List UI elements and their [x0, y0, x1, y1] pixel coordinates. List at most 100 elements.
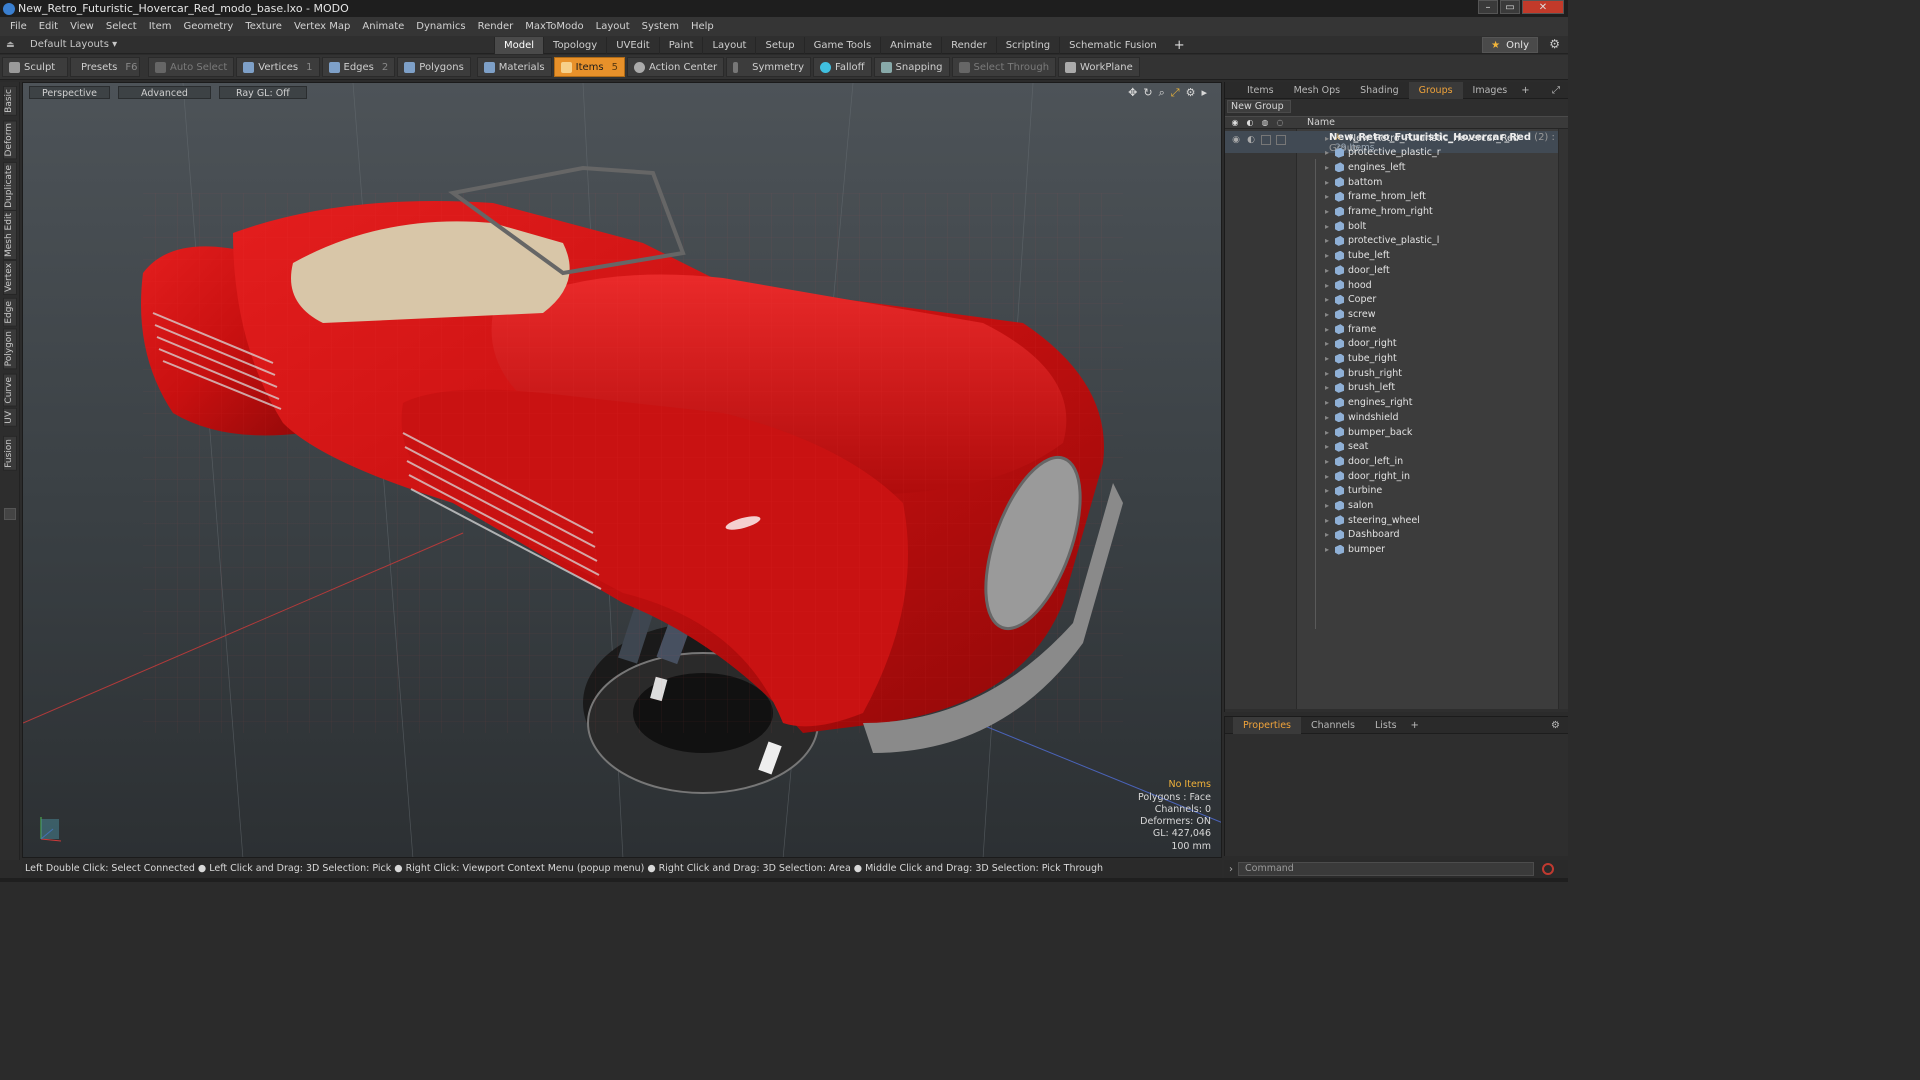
- zoom-icon[interactable]: ⌕: [1159, 86, 1165, 100]
- tree-item[interactable]: ▸ brush_left: [1325, 381, 1395, 395]
- tree-item[interactable]: ▸ bumper_back: [1325, 425, 1412, 439]
- tab-layout[interactable]: Layout: [702, 36, 755, 54]
- tab-topology[interactable]: Topology: [543, 36, 606, 54]
- lock-icon[interactable]: ◍: [1259, 118, 1271, 128]
- tab-setup[interactable]: Setup: [755, 36, 803, 54]
- polygons-button[interactable]: Polygons: [397, 57, 471, 77]
- snapping-button[interactable]: Snapping: [873, 57, 950, 77]
- tab-paint[interactable]: Paint: [658, 36, 703, 54]
- group-render-icon[interactable]: ◐: [1246, 135, 1256, 145]
- menu-geometry[interactable]: Geometry: [177, 21, 239, 32]
- raygl-toggle[interactable]: Ray GL: Off: [218, 86, 307, 99]
- expand-arrow-icon[interactable]: ▸: [1325, 134, 1331, 143]
- expand-arrow-icon[interactable]: ▸: [1325, 530, 1331, 539]
- expand-arrow-icon[interactable]: ▸: [1325, 457, 1331, 466]
- group-eye-icon[interactable]: ◉: [1231, 135, 1241, 145]
- tree-item[interactable]: ▸ bumper: [1325, 543, 1385, 557]
- presets-button[interactable]: Presets F6: [70, 57, 140, 77]
- menu-layout[interactable]: Layout: [590, 21, 636, 32]
- viewport-menu-arrow-icon[interactable]: ▸: [1201, 86, 1207, 100]
- tree-item[interactable]: ▸ Coper: [1325, 293, 1376, 307]
- expand-arrow-icon[interactable]: ▸: [1325, 325, 1331, 334]
- rotate-icon[interactable]: ↻: [1143, 86, 1152, 100]
- render-icon[interactable]: ◐: [1244, 118, 1256, 128]
- expand-arrow-icon[interactable]: ▸: [1325, 163, 1331, 172]
- maximize-button[interactable]: ▭: [1500, 0, 1520, 14]
- expand-arrow-icon[interactable]: ▸: [1325, 428, 1331, 437]
- select-icon[interactable]: ◌: [1274, 118, 1286, 128]
- tab-shading[interactable]: Shading: [1350, 82, 1409, 99]
- menu-maxtomodo[interactable]: MaxToModo: [519, 21, 589, 32]
- properties-settings-icon[interactable]: ⚙: [1551, 720, 1560, 731]
- sculpt-button[interactable]: Sculpt: [2, 57, 68, 77]
- add-properties-tab-button[interactable]: +: [1407, 720, 1423, 731]
- view-type-dropdown[interactable]: Perspective: [29, 86, 111, 99]
- tree-scrollbar[interactable]: [1558, 129, 1568, 709]
- expand-arrow-icon[interactable]: ▸: [1325, 266, 1331, 275]
- tab-lists[interactable]: Lists: [1365, 717, 1407, 734]
- menu-item[interactable]: Item: [143, 21, 178, 32]
- tree-item[interactable]: ▸ turbine: [1325, 484, 1382, 498]
- tree-item[interactable]: ▸ battom: [1325, 175, 1382, 189]
- tab-channels[interactable]: Channels: [1301, 717, 1365, 734]
- expand-arrow-icon[interactable]: ▸: [1325, 545, 1331, 554]
- menu-help[interactable]: Help: [685, 21, 720, 32]
- expand-arrow-icon[interactable]: ▸: [1325, 501, 1331, 510]
- tree-item[interactable]: ▸ engines_left: [1325, 160, 1406, 174]
- menu-view[interactable]: View: [64, 21, 100, 32]
- tree-item[interactable]: ▸ ⅄ New_Retro_Futuristic_Hovercar_Red: [1325, 131, 1519, 145]
- tab-schematic-fusion[interactable]: Schematic Fusion: [1059, 36, 1166, 54]
- expand-arrow-icon[interactable]: ▸: [1325, 339, 1331, 348]
- tree-item[interactable]: ▸ tube_right: [1325, 352, 1397, 366]
- menu-file[interactable]: File: [4, 21, 33, 32]
- layout-selector[interactable]: ⏏ Default Layouts ▾: [6, 39, 117, 50]
- tree-item[interactable]: ▸ door_left_in: [1325, 454, 1403, 468]
- new-group-button[interactable]: New Group: [1227, 100, 1291, 113]
- tree-item[interactable]: ▸ hood: [1325, 278, 1372, 292]
- auto-select-button[interactable]: Auto Select: [148, 57, 235, 77]
- shading-mode-dropdown[interactable]: Advanced: [118, 86, 211, 99]
- minimize-button[interactable]: –: [1478, 0, 1498, 14]
- expand-arrow-icon[interactable]: ▸: [1325, 148, 1331, 157]
- expand-arrow-icon[interactable]: ▸: [1325, 486, 1331, 495]
- eye-icon[interactable]: ◉: [1229, 118, 1241, 128]
- tree-item[interactable]: ▸ engines_right: [1325, 396, 1412, 410]
- tree-item[interactable]: ▸ bolt: [1325, 219, 1366, 233]
- vtab-polygon[interactable]: Polygon: [3, 328, 17, 370]
- tree-item[interactable]: ▸ Dashboard: [1325, 528, 1400, 542]
- tree-item[interactable]: ▸ seat: [1325, 440, 1368, 454]
- action-center-button[interactable]: Action Center: [627, 57, 725, 77]
- workplane-button[interactable]: WorkPlane: [1058, 57, 1140, 77]
- tab-items[interactable]: Items: [1237, 82, 1284, 99]
- group-lock-toggle[interactable]: [1261, 135, 1271, 145]
- tree-item[interactable]: ▸ door_left: [1325, 263, 1390, 277]
- vtab-basic[interactable]: Basic: [3, 86, 17, 116]
- expand-arrow-icon[interactable]: ▸: [1325, 236, 1331, 245]
- select-through-button[interactable]: Select Through: [951, 57, 1057, 77]
- vtab-vertex[interactable]: Vertex: [3, 260, 17, 295]
- tab-model[interactable]: Model: [494, 36, 544, 54]
- vtab-edge[interactable]: Edge: [3, 298, 17, 327]
- vtab-mesh-edit[interactable]: Mesh Edit: [3, 210, 17, 260]
- expand-arrow-icon[interactable]: ▸: [1325, 192, 1331, 201]
- tab-game-tools[interactable]: Game Tools: [803, 36, 881, 54]
- tree-item[interactable]: ▸ door_right: [1325, 337, 1397, 351]
- tree-item[interactable]: ▸ windshield: [1325, 410, 1399, 424]
- group-select-toggle[interactable]: [1276, 135, 1286, 145]
- command-input[interactable]: Command: [1238, 862, 1534, 876]
- expand-arrow-icon[interactable]: ▸: [1325, 413, 1331, 422]
- menu-vertex-map[interactable]: Vertex Map: [288, 21, 356, 32]
- close-button[interactable]: ✕: [1522, 0, 1564, 14]
- menu-edit[interactable]: Edit: [33, 21, 64, 32]
- expand-arrow-icon[interactable]: ▸: [1325, 251, 1331, 260]
- tree-item[interactable]: ▸ frame: [1325, 322, 1376, 336]
- expand-panel-button[interactable]: [4, 508, 16, 520]
- symmetry-button[interactable]: Symmetry: [726, 57, 812, 77]
- tab-groups[interactable]: Groups: [1408, 81, 1463, 99]
- edges-button[interactable]: Edges 2: [321, 57, 396, 77]
- vtab-deform[interactable]: Deform: [3, 120, 17, 160]
- expand-arrow-icon[interactable]: ▸: [1325, 369, 1331, 378]
- menu-dynamics[interactable]: Dynamics: [410, 21, 471, 32]
- expand-arrow-icon[interactable]: ▸: [1325, 516, 1331, 525]
- tab-images[interactable]: Images: [1463, 82, 1518, 99]
